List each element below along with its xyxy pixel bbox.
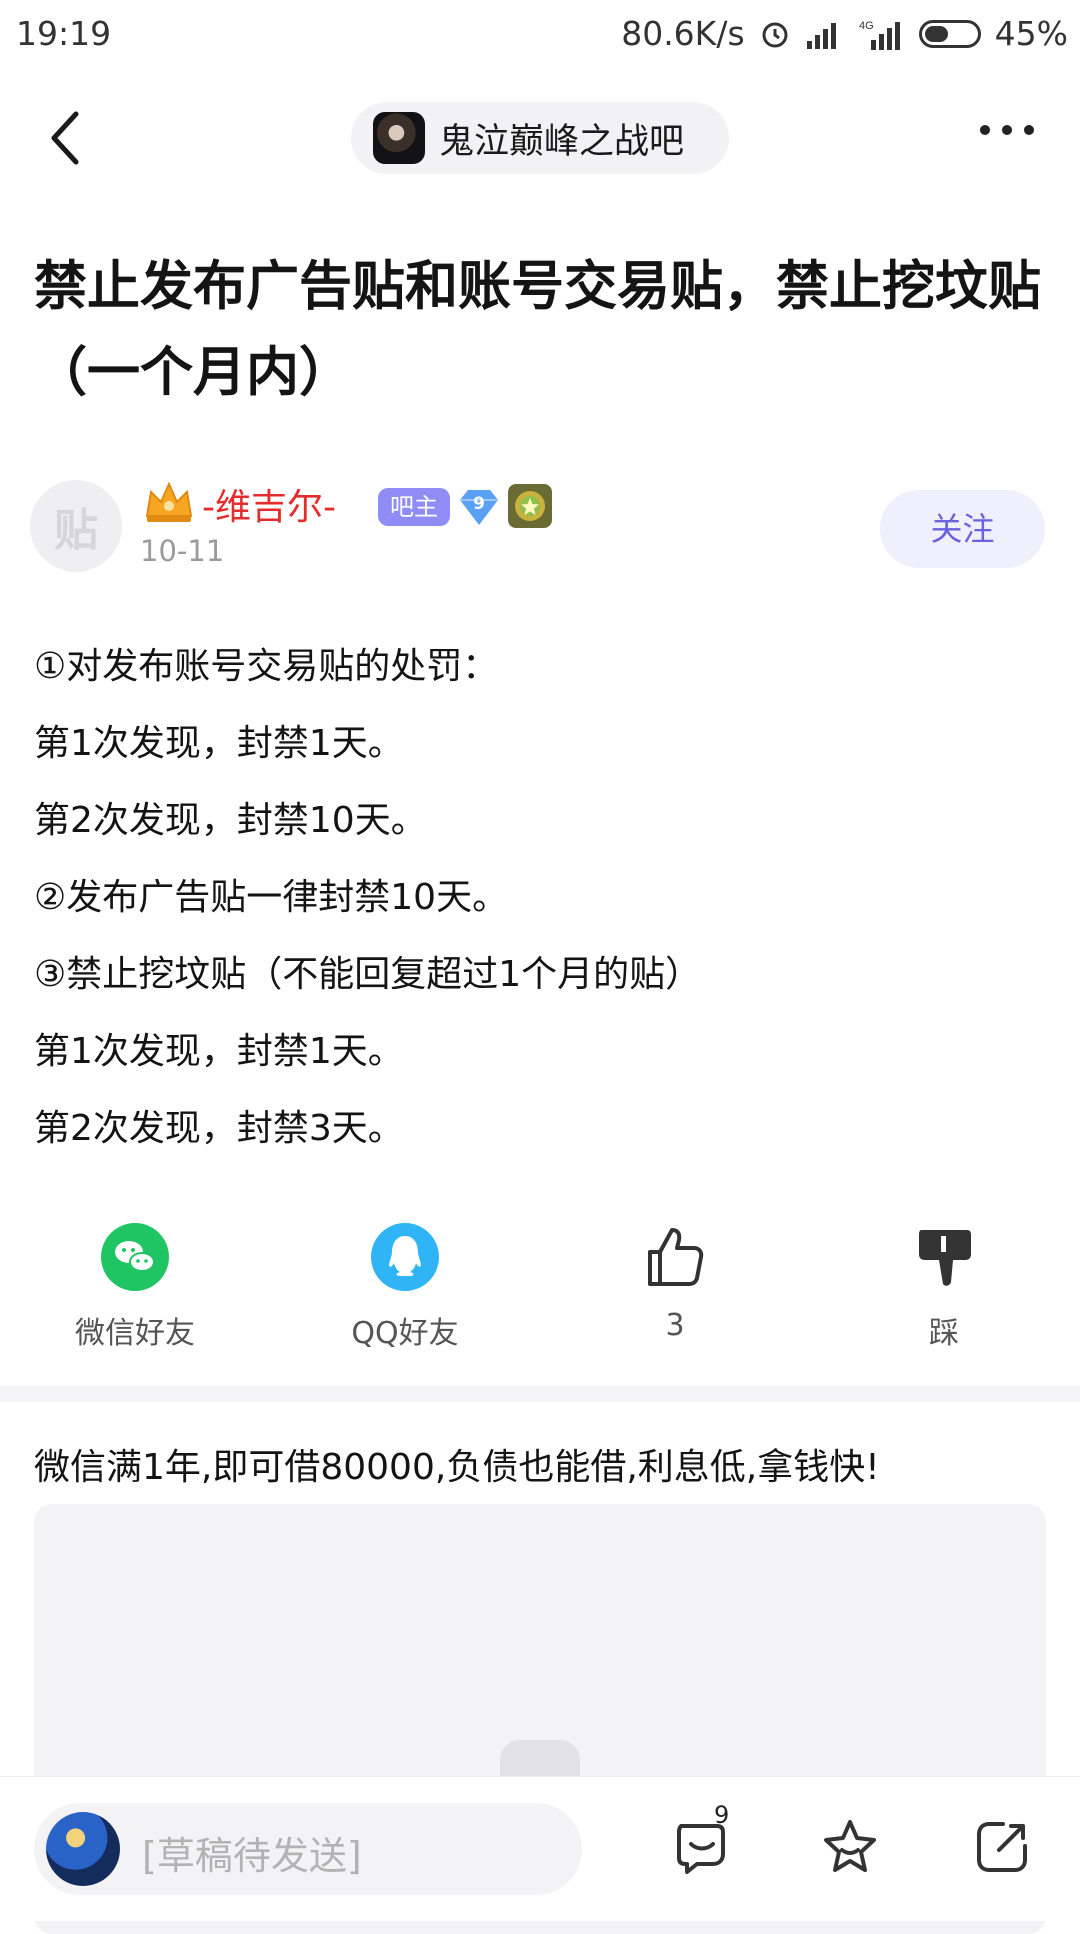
user-avatar [46,1812,120,1886]
post-date: 10-11 [140,534,225,568]
share-button[interactable] [962,1807,1042,1887]
body-line: 第2次发现，封禁3天。 [34,1108,404,1149]
signal-4g-icon: 4G [859,20,900,50]
like-count: 3 [665,1308,685,1343]
status-time: 19:19 [16,14,112,53]
signal-icon [806,22,836,49]
thumbs-down-icon [909,1222,979,1292]
level-badge: 9 [458,487,500,527]
action-label: 微信好友 [75,1316,195,1351]
qq-icon [370,1222,440,1292]
alarm-icon [762,22,788,47]
network-type: 4G [859,20,874,32]
dislike-button[interactable]: 踩 [844,1222,1044,1352]
more-dots-icon[interactable] [968,125,1034,135]
author-name[interactable]: -维吉尔- [202,478,336,530]
action-label: 踩 [929,1316,959,1351]
share-wechat-button[interactable]: 微信好友 [35,1222,235,1352]
section-divider [0,1386,1080,1402]
level-number: 9 [473,494,485,514]
forum-name: 鬼泣巅峰之战吧 [439,121,685,162]
crown-icon [145,481,193,522]
post-body: ①对发布账号交易贴的处罚： 第1次发现，封禁1天。 第2次发现，封禁10天。 ②… [34,628,1044,1167]
comment-count: 9 [714,1801,730,1829]
battery-percent: 45% [994,14,1068,53]
reply-placeholder: [草稿待发送] [142,1834,362,1878]
forum-pill[interactable]: 鬼泣巅峰之战吧 [351,102,729,174]
avatar[interactable]: 贴 [30,480,122,572]
follow-button[interactable]: 关注 [880,490,1045,568]
reply-input[interactable]: [草稿待发送] [34,1803,582,1895]
honor-badge [508,484,552,528]
body-line: ①对发布账号交易贴的处罚： [34,646,499,687]
body-line: ③禁止挖坟贴（不能回复超过1个月的贴） [34,954,702,995]
favorite-button[interactable] [810,1807,890,1887]
wechat-icon [100,1222,170,1292]
role-badge: 吧主 [378,488,450,526]
chevron-left-icon[interactable] [42,108,92,168]
medal-icon [515,491,545,521]
share-icon [977,1822,1027,1872]
bottom-bar: [草稿待发送] 9 [0,1776,1080,1921]
battery-icon [918,19,981,48]
share-qq-button[interactable]: QQ好友 [305,1222,505,1352]
comment-button[interactable]: 9 [662,1801,742,1887]
status-bar: 19:19 80.6K/s 4G 45% [0,0,1080,66]
ad-text[interactable]: 微信满1年,即可借80000,负债也能借,利息低,拿钱快! [34,1438,880,1490]
status-indicators: 80.6K/s 4G 45% [607,14,1068,53]
forum-avatar [373,112,425,164]
battery-fill [924,25,948,42]
network-speed: 80.6K/s [621,14,745,53]
action-label: QQ好友 [351,1316,459,1351]
avatar-placeholder: 贴 [54,505,98,556]
body-line: 第1次发现，封禁1天。 [34,723,404,764]
body-line: 第1次发现，封禁1天。 [34,1031,404,1072]
thumbs-up-icon [640,1222,710,1292]
body-line: 第2次发现，封禁10天。 [34,800,427,841]
star-icon [824,1820,876,1872]
body-line: ②发布广告贴一律封禁10天。 [34,877,509,918]
like-button[interactable]: 3 [575,1222,775,1343]
post-title: 禁止发布广告贴和账号交易贴，禁止挖坟贴（一个月内） [34,256,1041,403]
